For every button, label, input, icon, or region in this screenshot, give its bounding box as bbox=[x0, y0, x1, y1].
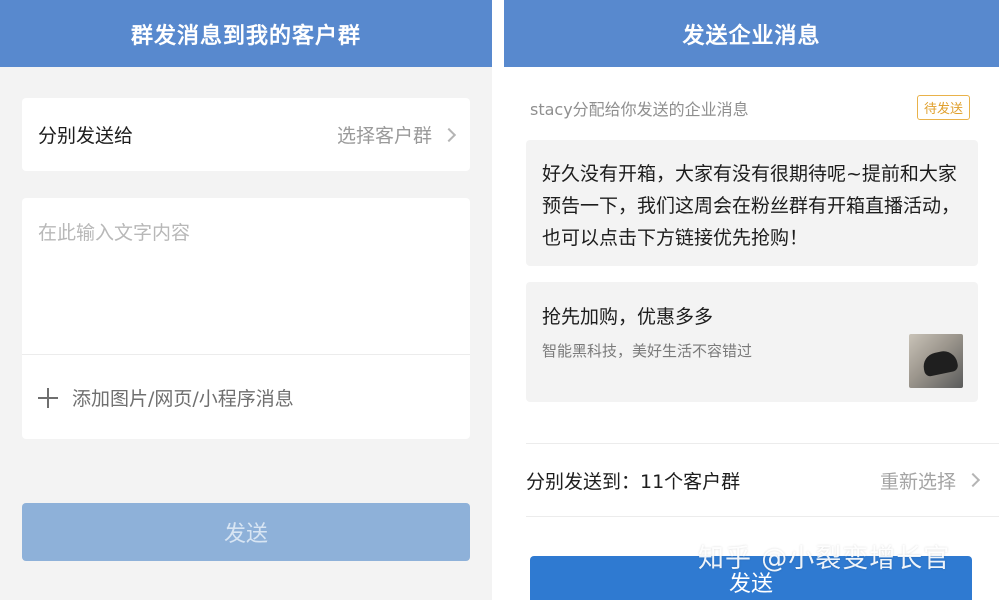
editor-divider bbox=[22, 354, 470, 355]
link-card-title: 抢先加购，优惠多多 bbox=[542, 306, 714, 328]
select-group-text: 选择客户群 bbox=[336, 125, 432, 147]
reselect-text: 重新选择 bbox=[879, 470, 956, 493]
select-group-control[interactable]: 选择客户群 bbox=[336, 121, 457, 148]
status-badge: 待发送 bbox=[917, 95, 971, 120]
page-title: 群发消息到我的客户群 bbox=[0, 0, 492, 67]
link-card[interactable]: 抢先加购，优惠多多 智能黑科技，美好生活不容错过 bbox=[526, 282, 978, 402]
add-attachment-button[interactable]: 添加图片/网页/小程序消息 bbox=[38, 384, 294, 411]
plus-icon bbox=[38, 387, 58, 408]
send-button-disabled[interactable]: 发送 bbox=[22, 503, 470, 561]
send-to-label: 分别发送给 bbox=[38, 125, 134, 147]
link-card-thumbnail bbox=[909, 334, 963, 388]
group-broadcast-panel: 群发消息到我的客户群 分别发送给 选择客户群 在此输入文字内容 添加图片/网页/… bbox=[0, 0, 492, 600]
divider-bottom bbox=[526, 516, 999, 517]
send-to-row[interactable]: 分别发送给 选择客户群 bbox=[22, 98, 470, 171]
text-input[interactable]: 在此输入文字内容 bbox=[38, 218, 190, 245]
add-attachment-label: 添加图片/网页/小程序消息 bbox=[72, 388, 294, 410]
chevron-right-icon bbox=[441, 127, 457, 142]
message-text-card: 好久没有开箱，大家有没有很期待呢~提前和大家预告一下，我们这周会在粉丝群有开箱直… bbox=[526, 140, 978, 266]
watermark: 知乎 @小裂变增长官 bbox=[698, 544, 951, 574]
enterprise-message-panel: 发送企业消息 stacy分配给你发送的企业消息 待发送 好久没有开箱，大家有没有… bbox=[504, 0, 999, 600]
panel-separator bbox=[492, 0, 504, 600]
link-card-subtitle: 智能黑科技，美好生活不容错过 bbox=[542, 342, 753, 360]
chevron-right-icon bbox=[965, 472, 981, 488]
send-target-row[interactable]: 分别发送到：11个客户群 重新选择 bbox=[526, 444, 981, 516]
screenshot: 群发消息到我的客户群 分别发送给 选择客户群 在此输入文字内容 添加图片/网页/… bbox=[0, 0, 999, 600]
message-source: stacy分配给你发送的企业消息 bbox=[530, 100, 749, 119]
send-target-label: 分别发送到：11个客户群 bbox=[526, 470, 741, 493]
reselect-control[interactable]: 重新选择 bbox=[879, 467, 981, 494]
product-image-shape bbox=[921, 348, 959, 378]
message-editor: 在此输入文字内容 添加图片/网页/小程序消息 bbox=[22, 198, 470, 439]
page-title: 发送企业消息 bbox=[504, 0, 999, 67]
